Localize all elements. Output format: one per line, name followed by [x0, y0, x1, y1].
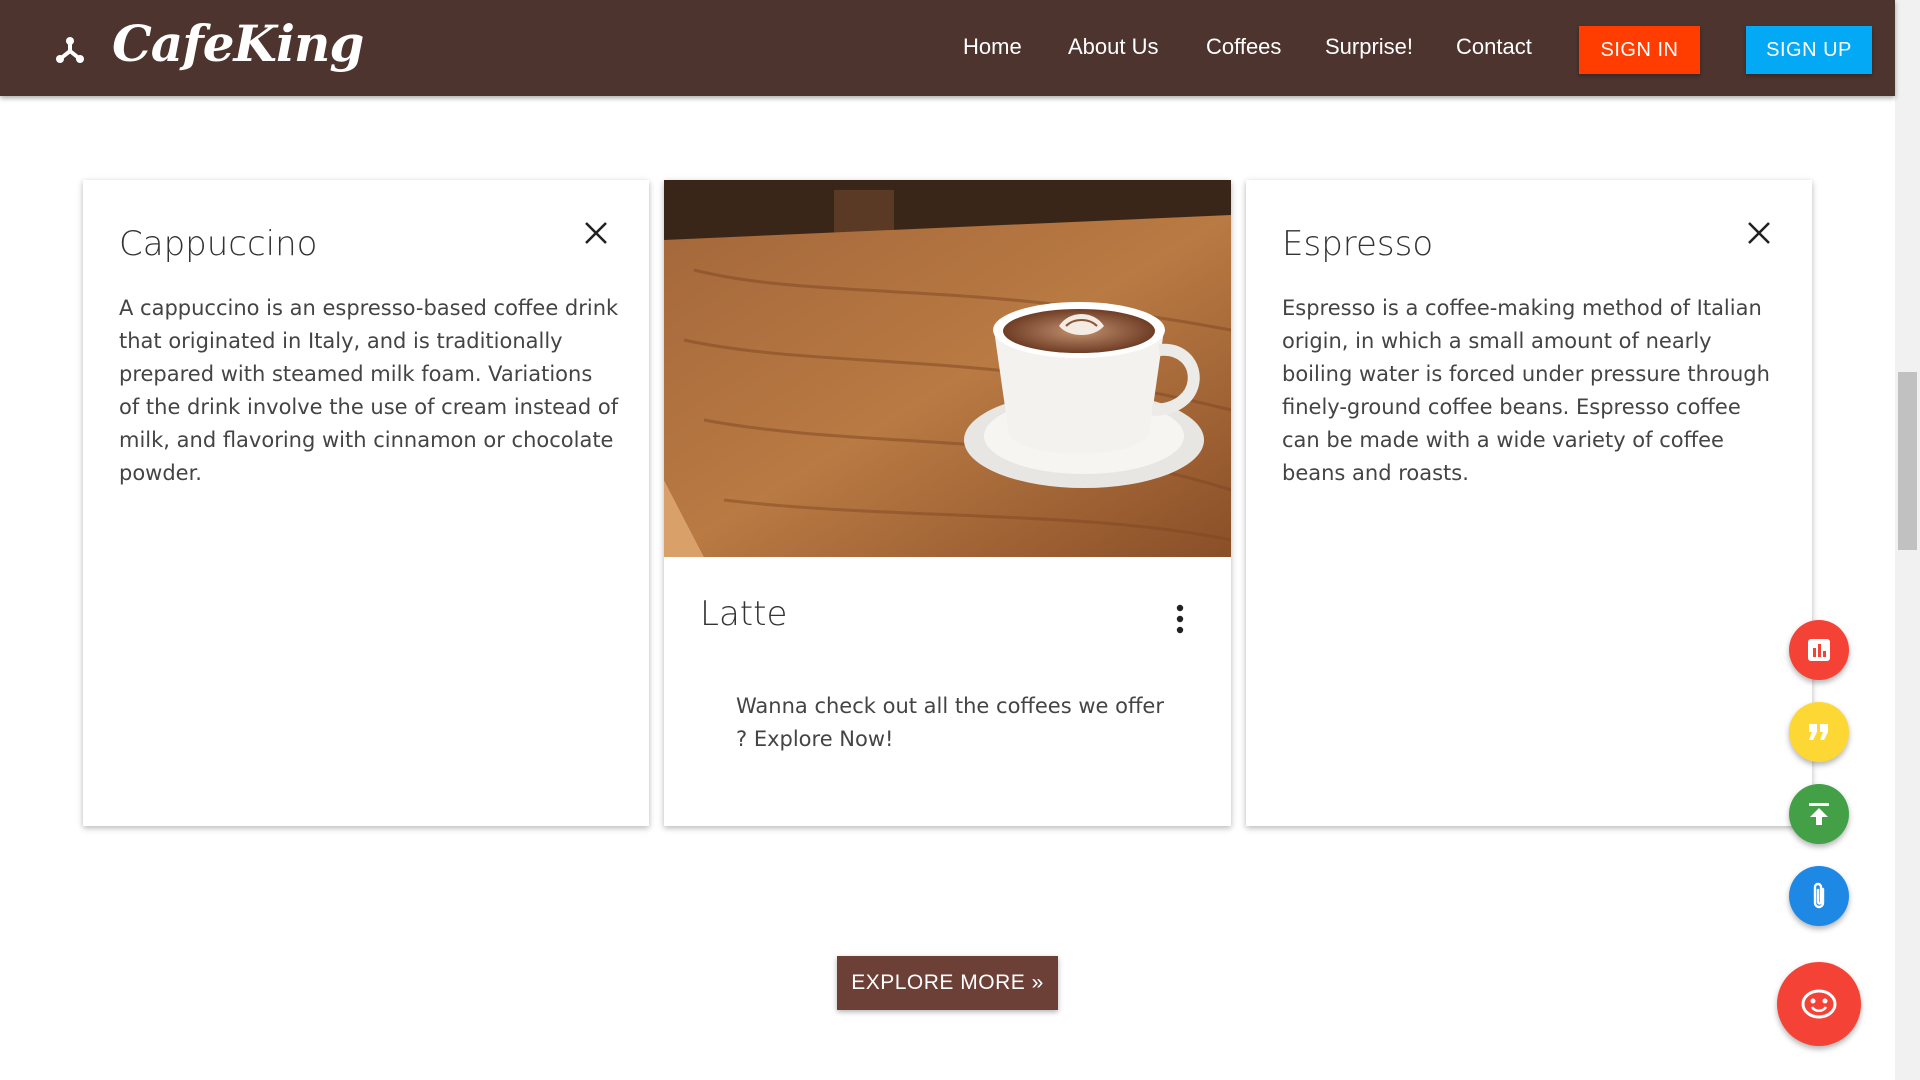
fab-main-button[interactable]: [1777, 962, 1861, 1046]
fab-quote-button[interactable]: [1789, 702, 1849, 762]
nav-contact[interactable]: Contact: [1456, 34, 1532, 60]
close-icon[interactable]: [583, 220, 609, 246]
brand-logo[interactable]: CafeKing: [112, 14, 364, 73]
nav-surprise[interactable]: Surprise!: [1325, 34, 1413, 60]
fab-publish-button[interactable]: [1789, 784, 1849, 844]
card-espresso: Espresso Espresso is a coffee-making met…: [1246, 180, 1812, 826]
explore-more-button[interactable]: EXPLORE MORE »: [837, 956, 1058, 1010]
close-icon[interactable]: [1746, 220, 1772, 246]
more-vert-icon[interactable]: [1175, 604, 1185, 634]
card-title: Cappuccino: [119, 224, 318, 264]
latte-image[interactable]: [664, 180, 1231, 557]
share-branch-icon[interactable]: [52, 32, 88, 68]
card-description: A cappuccino is an espresso-based coffee…: [119, 296, 619, 485]
card-description: Espresso is a coffee-making method of It…: [1282, 296, 1770, 485]
quote-icon: [1809, 724, 1828, 740]
sign-in-button[interactable]: SIGN IN: [1579, 26, 1700, 74]
card-cappuccino: Cappuccino A cappuccino is an espresso-b…: [83, 180, 649, 826]
card-title: Latte: [700, 594, 788, 634]
attach-icon: [1813, 882, 1825, 909]
fab-chart-button[interactable]: [1789, 620, 1849, 680]
navbar: CafeKing Home About Us Coffees Surprise!…: [0, 0, 1895, 96]
nav-about-us[interactable]: About Us: [1068, 34, 1159, 60]
publish-icon: [1809, 803, 1829, 825]
chart-icon: [1808, 639, 1830, 661]
sign-up-button[interactable]: SIGN UP: [1746, 26, 1872, 74]
nav-coffees[interactable]: Coffees: [1206, 34, 1281, 60]
face-icon: [1801, 989, 1837, 1019]
fab-attach-button[interactable]: [1789, 866, 1849, 926]
card-title: Espresso: [1282, 224, 1434, 264]
nav-home[interactable]: Home: [963, 34, 1022, 60]
card-description: Wanna check out all the coffees we offer…: [736, 694, 1164, 751]
scrollbar-thumb[interactable]: [1898, 372, 1917, 550]
card-latte: Latte Wanna check out all the coffees we…: [664, 180, 1231, 826]
